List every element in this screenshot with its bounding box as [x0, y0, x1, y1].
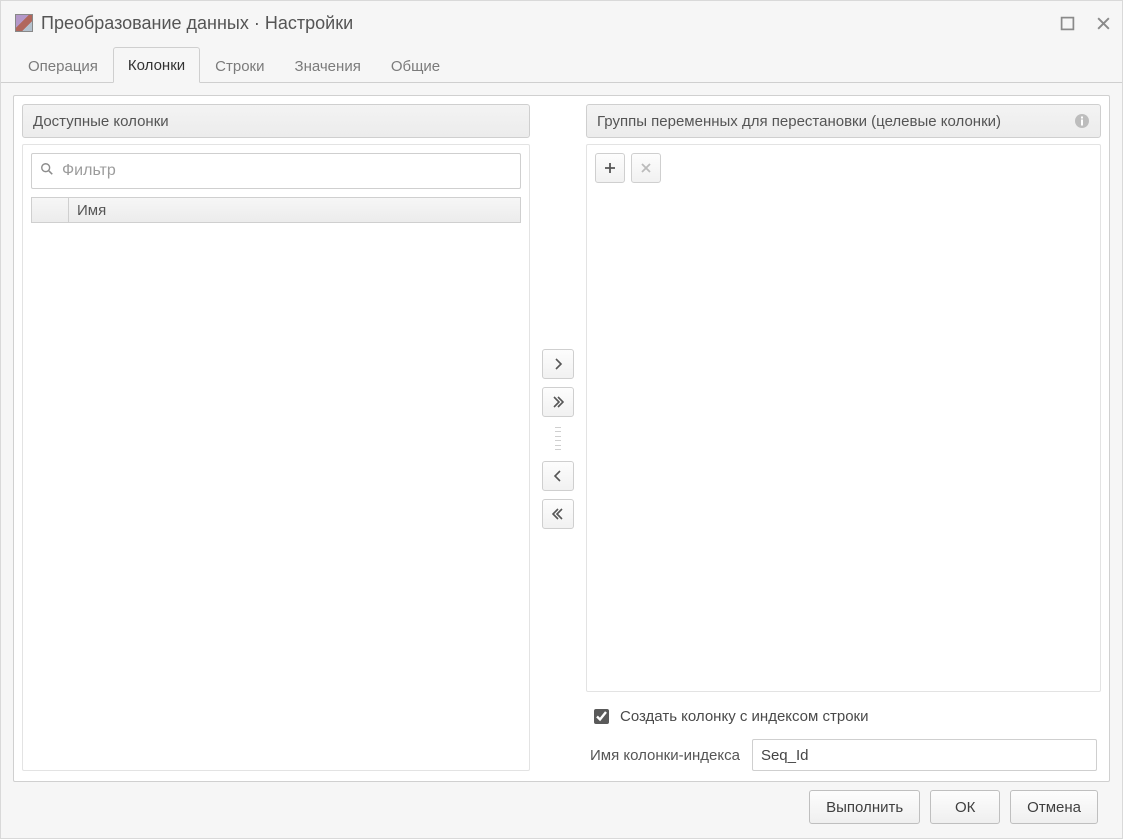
dialog-footer: Выполнить ОК Отмена	[13, 782, 1110, 832]
target-columns-toolbar	[595, 153, 1092, 183]
available-columns-panel: Доступные колонки Имя	[14, 96, 538, 781]
available-columns-list[interactable]	[31, 223, 521, 762]
tab-general[interactable]: Общие	[376, 48, 455, 83]
filter-input-wrapper[interactable]	[31, 153, 521, 189]
index-name-input[interactable]	[752, 739, 1097, 771]
move-all-left-button[interactable]	[542, 499, 574, 529]
target-columns-panel: Группы переменных для перестановки (целе…	[578, 96, 1109, 781]
tab-columns[interactable]: Колонки	[113, 47, 200, 83]
move-all-right-button[interactable]	[542, 387, 574, 417]
window-buttons	[1058, 14, 1112, 32]
titlebar: Преобразование данных · Настройки	[1, 1, 1122, 45]
window-title: Преобразование данных · Настройки	[41, 13, 1058, 34]
index-options: Создать колонку с индексом строки Имя ко…	[578, 702, 1109, 781]
tab-content: Доступные колонки Имя	[13, 95, 1110, 782]
grid-header-name[interactable]: Имя	[69, 197, 521, 223]
available-columns-grid-header: Имя	[31, 197, 521, 223]
tabs: Операция Колонки Строки Значения Общие	[1, 45, 1122, 83]
filter-input[interactable]	[60, 161, 512, 181]
grid-header-spacer	[31, 197, 69, 223]
close-icon[interactable]	[1094, 14, 1112, 32]
search-icon	[40, 162, 54, 180]
available-columns-title: Доступные колонки	[33, 113, 169, 130]
app-icon	[15, 14, 33, 32]
remove-group-button[interactable]	[631, 153, 661, 183]
available-columns-header: Доступные колонки	[22, 104, 530, 138]
transfer-buttons	[538, 96, 578, 781]
index-name-label: Имя колонки-индекса	[590, 747, 740, 764]
cancel-button[interactable]: Отмена	[1010, 790, 1098, 824]
create-index-label: Создать колонку с индексом строки	[620, 708, 869, 725]
dialog-body: Доступные колонки Имя	[1, 83, 1122, 838]
move-right-button[interactable]	[542, 349, 574, 379]
target-columns-list[interactable]	[595, 191, 1092, 683]
target-columns-header: Группы переменных для перестановки (целе…	[586, 104, 1101, 138]
index-name-row: Имя колонки-индекса	[590, 739, 1097, 771]
available-columns-body: Имя	[22, 144, 530, 771]
create-index-row: Создать колонку с индексом строки	[590, 706, 1097, 727]
create-index-checkbox[interactable]	[594, 709, 609, 724]
run-button[interactable]: Выполнить	[809, 790, 920, 824]
maximize-icon[interactable]	[1058, 14, 1076, 32]
target-columns-title: Группы переменных для перестановки (целе…	[597, 113, 1068, 130]
add-group-button[interactable]	[595, 153, 625, 183]
ok-button[interactable]: ОК	[930, 790, 1000, 824]
splitter-handle[interactable]	[555, 427, 561, 451]
move-left-button[interactable]	[542, 461, 574, 491]
target-columns-body	[586, 144, 1101, 692]
info-icon[interactable]	[1074, 113, 1090, 129]
settings-dialog: Преобразование данных · Настройки Операц…	[0, 0, 1123, 839]
tab-operation[interactable]: Операция	[13, 48, 113, 83]
tab-values[interactable]: Значения	[280, 48, 376, 83]
tab-rows[interactable]: Строки	[200, 48, 279, 83]
